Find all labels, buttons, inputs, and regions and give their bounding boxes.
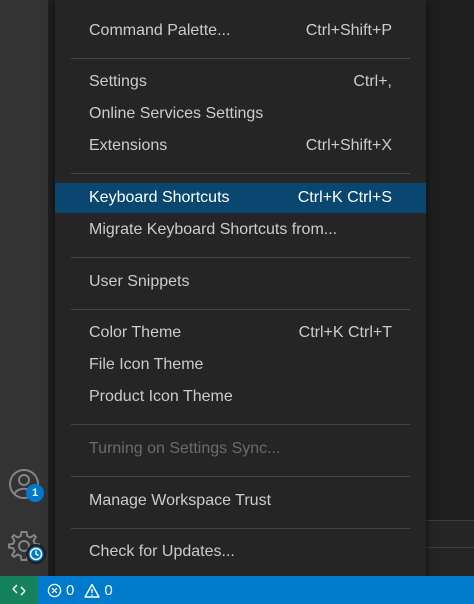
menu-item-settings-sync: Turning on Settings Sync... (55, 434, 426, 464)
menu-item-shortcut: Ctrl+Shift+P (305, 22, 392, 39)
menu-item-shortcut: Ctrl+K Ctrl+T (298, 324, 392, 341)
errors-count: 0 (66, 581, 75, 599)
manage-button[interactable] (0, 522, 48, 570)
menu-item-check-for-updates[interactable]: Check for Updates... (55, 537, 426, 567)
warning-icon (84, 583, 101, 598)
menu-item-label: Extensions (89, 137, 168, 154)
menu-item-label: Check for Updates... (89, 543, 235, 560)
menu-separator (71, 58, 410, 59)
menu-item-shortcut: Ctrl+K Ctrl+S (297, 189, 392, 206)
menu-item-file-icon-theme[interactable]: File Icon Theme (55, 350, 426, 380)
menu-item-label: Manage Workspace Trust (89, 492, 272, 509)
menu-item-user-snippets[interactable]: User Snippets (55, 267, 426, 297)
update-clock-badge (26, 544, 46, 564)
remote-indicator-button[interactable] (0, 576, 38, 604)
menu-item-manage-workspace-trust[interactable]: Manage Workspace Trust (55, 486, 426, 516)
menu-separator (71, 173, 410, 174)
menu-item-label: Online Services Settings (89, 105, 264, 122)
menu-item-label: Keyboard Shortcuts (89, 189, 230, 206)
menu-item-product-icon-theme[interactable]: Product Icon Theme (55, 382, 426, 412)
menu-item-label: Color Theme (89, 324, 182, 341)
error-icon (47, 583, 62, 597)
menu-item-label: Product Icon Theme (89, 388, 233, 405)
accounts-button[interactable]: 1 (0, 460, 48, 508)
menu-separator (71, 309, 410, 310)
menu-item-migrate-keyboard-shortcuts[interactable]: Migrate Keyboard Shortcuts from... (55, 215, 426, 245)
menu-item-label: File Icon Theme (89, 356, 204, 373)
menu-item-settings[interactable]: Settings Ctrl+, (55, 67, 426, 97)
menu-separator (71, 424, 410, 425)
remote-icon (12, 584, 26, 596)
menu-item-label: User Snippets (89, 273, 190, 290)
menu-item-label: Turning on Settings Sync... (89, 440, 281, 457)
clock-icon (28, 546, 44, 562)
menu-item-extensions[interactable]: Extensions Ctrl+Shift+X (55, 131, 426, 161)
warnings-count: 0 (104, 581, 113, 599)
menu-separator (71, 476, 410, 477)
vscode-window: 1 Command Palette... Ctrl+Shift+P Settin… (0, 0, 474, 604)
menu-item-shortcut: Ctrl+, (353, 73, 392, 90)
panel-edge (420, 520, 474, 577)
menu-item-color-theme[interactable]: Color Theme Ctrl+K Ctrl+T (55, 318, 426, 348)
manage-context-menu: Command Palette... Ctrl+Shift+P Settings… (55, 0, 426, 576)
menu-item-label: Command Palette... (89, 22, 231, 39)
menu-separator (71, 528, 410, 529)
problems-indicator[interactable]: 0 0 (47, 576, 119, 604)
activity-bar: 1 (0, 0, 48, 576)
status-bar: 0 0 (0, 576, 474, 604)
menu-item-label: Settings (89, 73, 147, 90)
menu-item-keyboard-shortcuts[interactable]: Keyboard Shortcuts Ctrl+K Ctrl+S (55, 183, 426, 213)
accounts-badge: 1 (26, 484, 44, 502)
menu-item-shortcut: Ctrl+Shift+X (305, 137, 392, 154)
menu-item-online-services-settings[interactable]: Online Services Settings (55, 99, 426, 129)
menu-separator (71, 257, 410, 258)
menu-item-label: Migrate Keyboard Shortcuts from... (89, 221, 338, 238)
menu-item-command-palette[interactable]: Command Palette... Ctrl+Shift+P (55, 16, 426, 46)
